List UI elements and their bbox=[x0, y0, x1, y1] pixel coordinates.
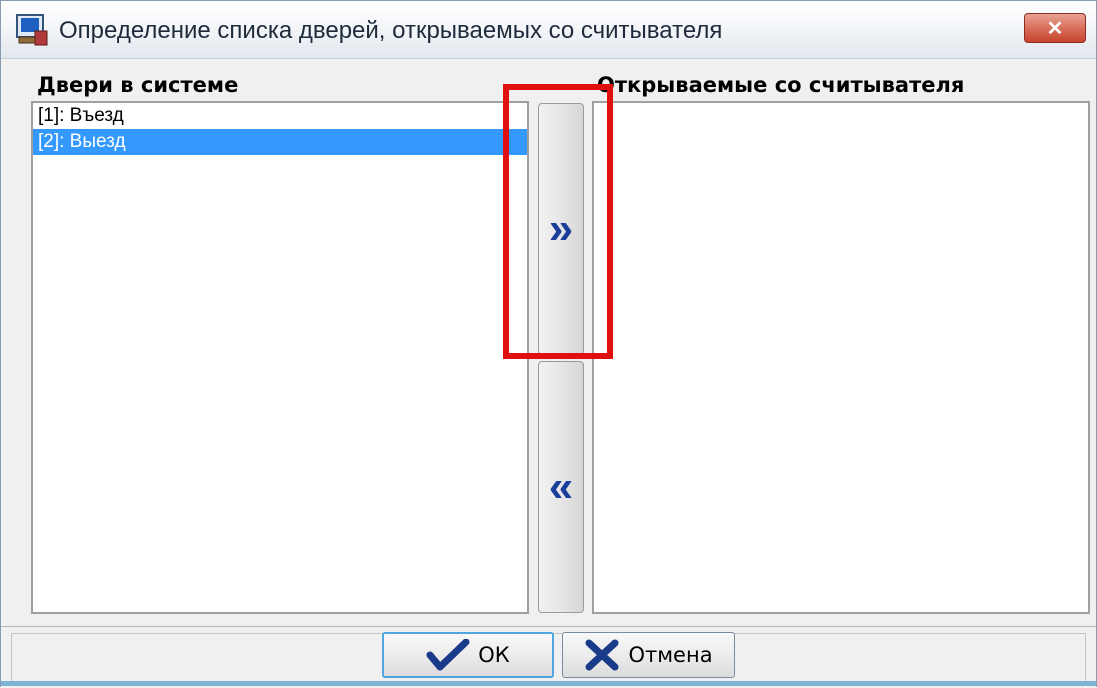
remove-door-button[interactable]: « bbox=[538, 361, 584, 613]
add-door-button[interactable]: » bbox=[538, 103, 584, 355]
reader-doors-list[interactable] bbox=[592, 101, 1090, 614]
cancel-button[interactable]: Отмена bbox=[562, 632, 735, 678]
cross-icon bbox=[584, 638, 620, 672]
list-item-door-1[interactable]: [1]: Въезд bbox=[33, 103, 527, 129]
dialog-window: Определение списка дверей, открываемых с… bbox=[0, 0, 1097, 688]
available-doors-list[interactable]: [1]: Въезд [2]: Выезд bbox=[31, 101, 529, 614]
app-computer-icon bbox=[15, 13, 49, 47]
reader-doors-label: Открываемые со считывателя bbox=[597, 73, 965, 97]
bottom-strip bbox=[1, 681, 1096, 686]
title-bar[interactable]: Определение списка дверей, открываемых с… bbox=[1, 1, 1096, 59]
close-icon: ✕ bbox=[1046, 17, 1064, 40]
window-title: Определение списка дверей, открываемых с… bbox=[59, 17, 723, 44]
available-doors-label: Двери в системе bbox=[37, 73, 239, 97]
close-button[interactable]: ✕ bbox=[1024, 13, 1086, 43]
ok-button[interactable]: ОК bbox=[382, 632, 554, 678]
checkmark-icon bbox=[426, 639, 470, 671]
cancel-label: Отмена bbox=[628, 643, 713, 667]
ok-label: ОК bbox=[478, 643, 510, 667]
double-chevron-right-icon: » bbox=[548, 204, 574, 253]
list-item-door-2[interactable]: [2]: Выезд bbox=[33, 129, 527, 155]
double-chevron-left-icon: « bbox=[548, 462, 574, 511]
